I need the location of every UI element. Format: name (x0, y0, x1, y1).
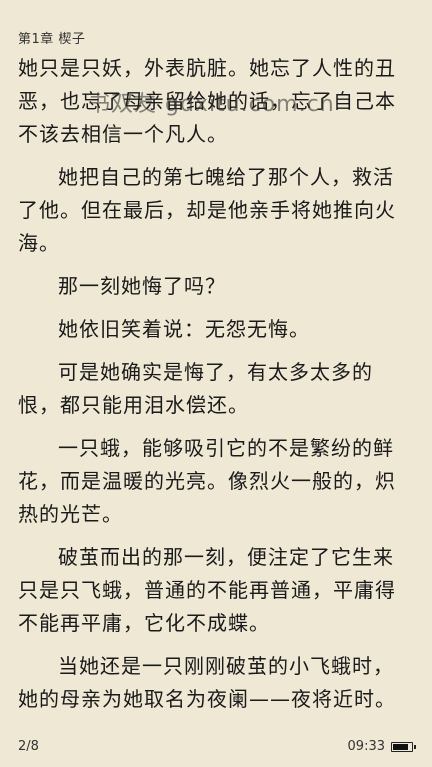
paragraph: 可是她确实是悔了，有太多太多的恨，都只能用泪水偿还。 (18, 360, 373, 417)
status-right: 09:33 (348, 739, 416, 754)
paragraph: 那一刻她悔了吗？ (58, 274, 226, 298)
clock-time: 09:33 (347, 739, 385, 754)
paragraph: 破茧而出的那一刻，便注定了它生来只是只飞蛾，普通的不能再普通，平庸得不能再平庸，… (18, 545, 396, 635)
paragraph: 她把自己的第七魄给了那个人，救活了他。但在最后，却是他亲手将她推向火海。 (18, 165, 396, 255)
chapter-content: 她只是只妖，外表肮脏。她忘了人性的丑恶，也忘了母亲留给她的话，忘了自己本不该去相… (18, 52, 412, 726)
status-footer: 2/8 09:33 (18, 739, 416, 757)
battery-level (393, 743, 408, 750)
reader-page[interactable]: 第1章 楔子 她只是只妖，外表肮脏。她忘了人性的丑恶，也忘了母亲留给她的话，忘了… (0, 0, 432, 767)
battery-icon (391, 741, 416, 752)
paragraph: 她依旧笑着说：无怨无悔。 (58, 317, 310, 341)
paragraph: 当她还是一只刚刚破茧的小飞蛾时，她的母亲为她取名为夜阑——夜将近时。 (18, 654, 396, 711)
page-indicator: 2/8 (18, 739, 39, 754)
paragraph: 她只是只妖，外表肮脏。她忘了人性的丑恶，也忘了母亲留给她的话，忘了自己本不该去相… (18, 56, 396, 146)
chapter-title: 第1章 楔子 (18, 32, 86, 47)
paragraph: 一只蛾，能够吸引它的不是繁纷的鲜花，而是温暖的光亮。像烈火一般的，炽热的光芒。 (18, 436, 396, 526)
